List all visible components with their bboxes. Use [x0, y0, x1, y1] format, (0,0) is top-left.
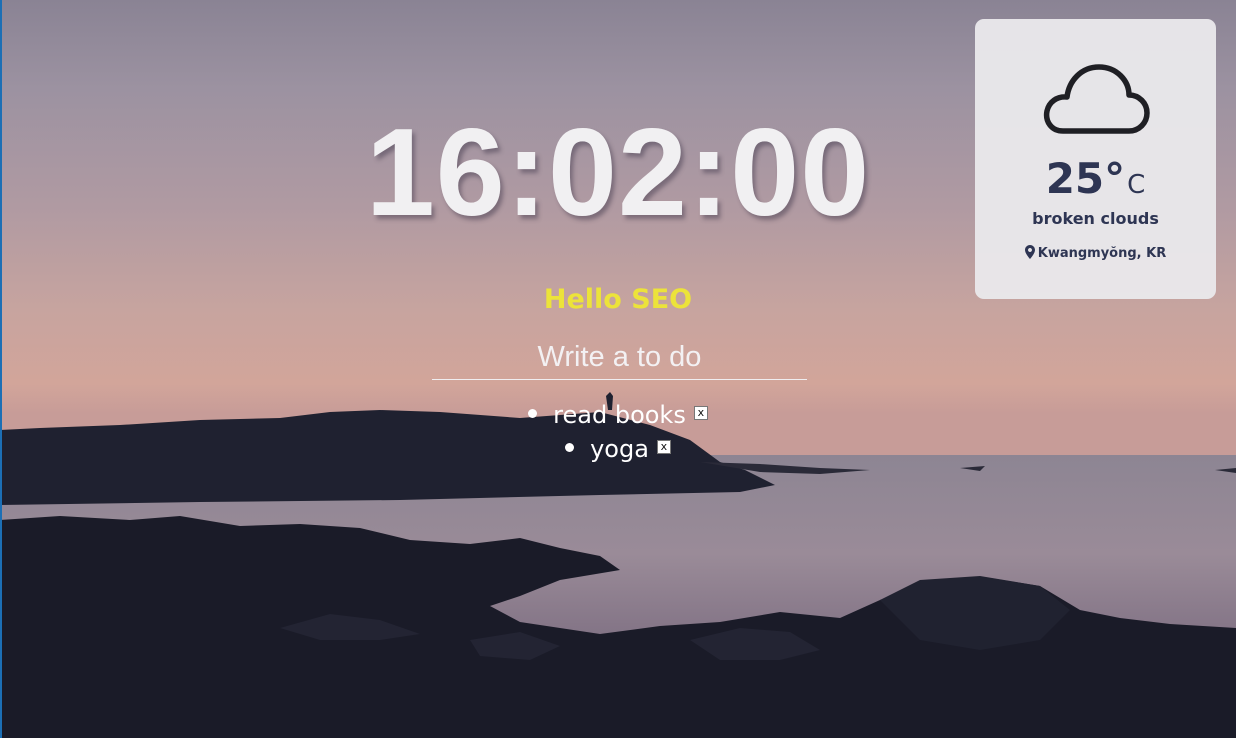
temperature-value: 25°	[1045, 154, 1126, 203]
todo-item-text: read books	[553, 401, 686, 429]
location-text: Kwangmyŏng, KR	[1037, 246, 1167, 261]
todo-form	[432, 336, 807, 382]
map-pin-icon	[1024, 244, 1035, 259]
temperature-unit: C	[1127, 170, 1146, 200]
todo-list: read books x yoga x	[0, 398, 1236, 466]
cloud-icon	[1043, 64, 1150, 134]
delete-todo-button[interactable]: x	[693, 406, 708, 420]
weather-location: Kwangmyŏng, KR	[975, 243, 1216, 265]
todo-item-text: yoga	[590, 435, 649, 463]
bullet-icon	[565, 442, 575, 452]
weather-card: 25°C broken clouds Kwangmyŏng, KR	[975, 19, 1216, 299]
todo-item: read books x	[0, 398, 1236, 432]
todo-input[interactable]	[432, 336, 807, 380]
temperature: 25°C	[975, 153, 1216, 211]
delete-todo-button[interactable]: x	[656, 440, 671, 454]
bullet-icon	[528, 408, 538, 418]
weather-description: broken clouds	[1032, 209, 1159, 228]
todo-item: yoga x	[0, 432, 1236, 466]
